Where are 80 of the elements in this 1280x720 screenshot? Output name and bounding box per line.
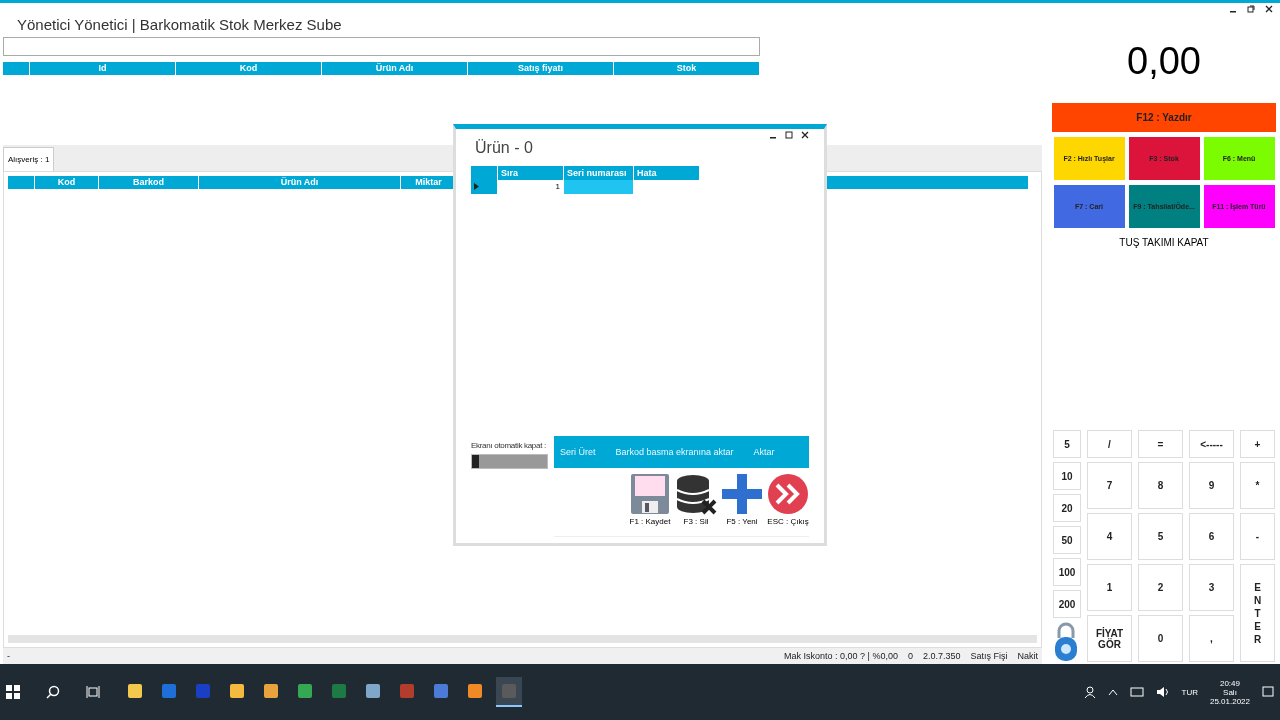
status-text: Nakit (1017, 651, 1038, 661)
keypad-key[interactable]: 7 (1087, 462, 1132, 509)
scrollbar[interactable] (8, 635, 1037, 643)
keypad-key[interactable]: 2 (1138, 564, 1183, 611)
status-text: Mak Iskonto : 0,00 ? | %0,00 (784, 651, 898, 661)
auto-close-label: Ekranı otomatik kapat : (471, 441, 547, 450)
keypad-key[interactable]: 4 (1087, 513, 1132, 560)
status-text: - (7, 651, 10, 661)
keypad-key[interactable]: - (1240, 513, 1275, 560)
column-header: Ürün Adı (199, 176, 401, 189)
keypad-key[interactable]: / (1087, 430, 1132, 458)
toolbar-button[interactable]: F5 : Yeni (721, 473, 763, 526)
money-key[interactable]: 50 (1053, 526, 1081, 554)
column-header: Barkod (99, 176, 199, 189)
keypad-key[interactable]: * (1240, 462, 1275, 509)
column-header: Seri numarası (564, 166, 634, 180)
padlock-icon[interactable] (1053, 622, 1079, 662)
header-corner (471, 166, 498, 180)
row-pointer-icon (474, 183, 479, 190)
column-header: Satış fiyatı (468, 62, 614, 75)
column-header: Kod (35, 176, 99, 189)
window-title: Yönetici Yönetici | Barkomatik Stok Merkez Sube (16, 15, 343, 35)
keypad-key[interactable]: FİYAT GÖR (1087, 615, 1132, 662)
search-field[interactable] (3, 37, 760, 56)
column-header: Stok (614, 62, 760, 75)
language-indicator[interactable]: TUR (1181, 687, 1198, 697)
chevron-up-icon[interactable] (1107, 688, 1118, 696)
keypad-key[interactable]: 8 (1138, 462, 1183, 509)
column-header: Ürün Adı (322, 62, 468, 75)
status-text: Satış Fişi (970, 651, 1008, 661)
task-view-icon[interactable] (86, 685, 100, 699)
print-button[interactable]: F12 : Yazdır (1052, 103, 1276, 132)
money-key[interactable]: 10 (1053, 462, 1081, 490)
keypad-key[interactable]: = (1138, 430, 1183, 458)
toolbar-button[interactable]: ESC : Çıkış (767, 473, 809, 526)
money-key[interactable]: 20 (1053, 494, 1081, 522)
table-cell[interactable] (564, 180, 634, 194)
keyboard-toggle[interactable]: TUŞ TAKIMI KAPAT (1113, 236, 1215, 249)
keypad-key[interactable]: <----- (1189, 430, 1234, 458)
status-text: 0 (907, 651, 913, 661)
column-header: Hata (634, 166, 700, 180)
keypad-key[interactable]: 0 (1138, 615, 1183, 662)
maximize-icon[interactable] (785, 131, 793, 139)
restore-icon[interactable] (1247, 5, 1255, 13)
database-delete-icon (675, 473, 717, 515)
tab[interactable]: Alışveriş : 1 (3, 147, 55, 171)
close-icon[interactable] (1265, 5, 1273, 13)
double-chevron-icon (767, 473, 809, 515)
money-key[interactable]: 200 (1053, 590, 1081, 618)
column-header: Kod (176, 62, 322, 75)
notification-icon[interactable] (1262, 686, 1274, 698)
speaker-icon[interactable] (1155, 686, 1170, 698)
enter-key[interactable]: ENTER (1240, 564, 1275, 662)
toolbar-button[interactable]: F3 : Sil (675, 473, 717, 526)
status-text: 2.0.7.350 (922, 651, 961, 661)
keypad-key[interactable]: 3 (1189, 564, 1234, 611)
network-icon[interactable] (1129, 686, 1144, 698)
close-icon[interactable] (801, 131, 809, 139)
keypad-key[interactable]: + (1240, 430, 1275, 458)
toolbar-button[interactable]: F1 : Kaydet (629, 473, 671, 526)
money-key[interactable]: 5 (1053, 430, 1081, 458)
plus-icon (722, 473, 762, 515)
person-icon[interactable] (1083, 686, 1096, 698)
keypad-key[interactable]: 6 (1189, 513, 1234, 560)
taskbar-app[interactable] (496, 677, 522, 707)
search-icon[interactable] (46, 685, 60, 699)
row-selector[interactable] (471, 180, 498, 194)
keypad-key[interactable]: , (1189, 615, 1234, 662)
table-cell-text: 1 (554, 181, 561, 193)
keypad-key[interactable]: 5 (1138, 513, 1183, 560)
keypad-key[interactable]: 9 (1189, 462, 1234, 509)
dialog-title: Ürün - 0 (475, 139, 534, 157)
column-header: Sıra (498, 166, 564, 180)
total-amount: 0,00 (1127, 40, 1201, 83)
column-header: Id (30, 62, 176, 75)
money-key[interactable]: 100 (1053, 558, 1081, 586)
keypad-key[interactable]: 1 (1087, 564, 1132, 611)
windows-logo-icon[interactable] (6, 685, 20, 699)
auto-close-switch[interactable] (471, 454, 548, 469)
clock[interactable]: 20:49 Salı 25.01.2022 (1209, 678, 1250, 706)
